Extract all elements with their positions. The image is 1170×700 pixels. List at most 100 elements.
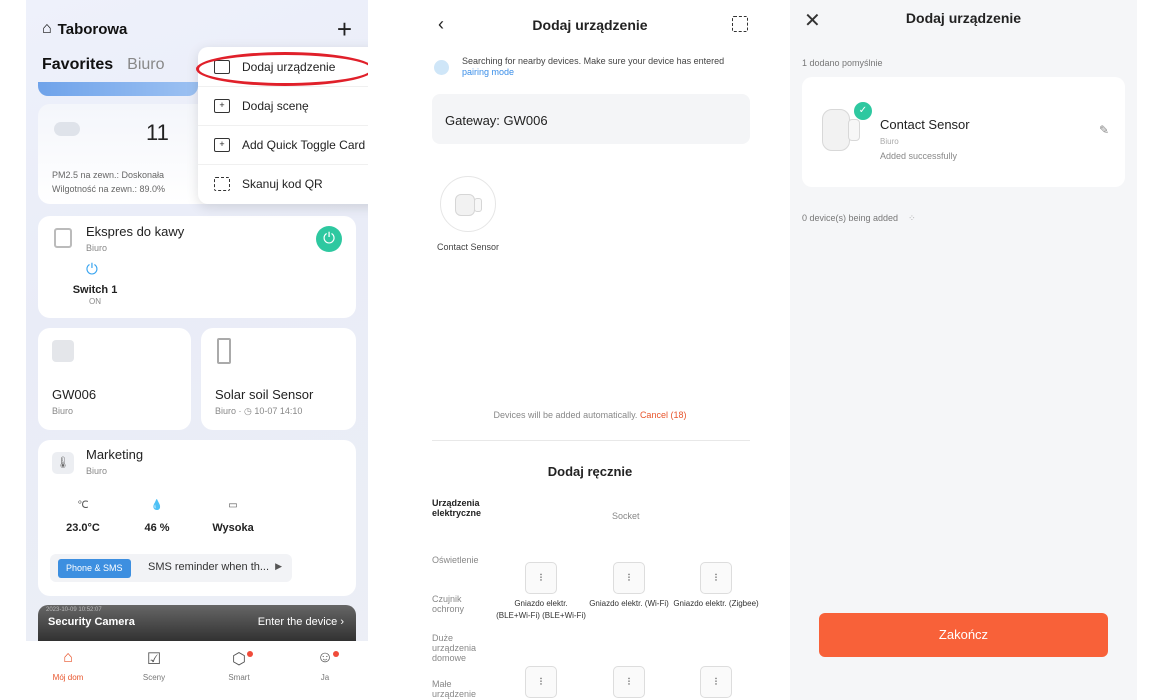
socket-icon: ⁝ [613, 562, 645, 594]
banner-strip [38, 82, 198, 96]
thermometer-icon: 🌡 [52, 452, 74, 474]
stat-battery: ▭ Wysoka [198, 500, 268, 534]
temperature: 11 [146, 120, 169, 145]
product-socket-wifi[interactable]: ⁝ Gniazdo elektr. (Wi-Fi) [584, 562, 674, 610]
device-card-marketing[interactable]: 🌡 Marketing Biuro ℃ 23.0°C 💧 46 % ▭ Wyso… [38, 440, 356, 596]
device-name: Marketing [86, 447, 144, 462]
device-name: GW006 [52, 387, 97, 402]
stat-humidity: 💧 46 % [122, 500, 192, 534]
phone-sms-tag: Phone & SMS [58, 559, 131, 578]
page-title: Dodaj urządzenie [905, 10, 1022, 26]
product-socket-zigbee[interactable]: ⁝ Gniazdo elektr. (Zigbee) [671, 562, 761, 610]
scene-icon: ☑ [146, 651, 162, 668]
divider [432, 440, 750, 441]
celsius-icon: ℃ [77, 500, 89, 511]
home-screen: ⌂ Taborowa + Favorites Biuro 11 PM2.5 na… [26, 0, 368, 700]
search-hint: Searching for nearby devices. Make sure … [462, 56, 725, 77]
category-electrical[interactable]: Urządzenia elektryczne [432, 498, 488, 518]
triangle-right-icon: ▶ [275, 561, 282, 571]
nav-me[interactable]: ☺ Ja [295, 649, 355, 682]
home-selector[interactable]: ⌂ Taborowa [42, 20, 127, 38]
switch-state: ON [89, 297, 101, 306]
category-small-appliances[interactable]: Małe urządzenie [432, 679, 482, 699]
product-socket[interactable]: ⁝ [496, 666, 586, 698]
device-name: Contact Sensor [880, 117, 970, 132]
cloud-icon [54, 122, 80, 136]
socket-icon: ⁝ [525, 666, 557, 698]
camera-name: Security Camera [48, 616, 135, 628]
finish-button[interactable]: Zakończ [819, 613, 1108, 657]
manual-add-title: Dodaj ręcznie [547, 464, 633, 479]
added-count: 1 dodano pomyślnie [802, 58, 883, 68]
sms-reminder[interactable]: Phone & SMS SMS reminder when th... ▶ [50, 554, 292, 582]
clock-icon: ◷ [244, 406, 252, 416]
product-socket[interactable]: ⁝ [671, 666, 761, 698]
pencil-icon[interactable]: ✎ [1099, 123, 1109, 137]
nav-smart[interactable]: ⬡ Smart [209, 649, 269, 682]
pm-text: PM2.5 na zewn.: Doskonała [52, 170, 165, 180]
found-device[interactable] [440, 176, 496, 232]
menu-quick-toggle[interactable]: + Add Quick Toggle Card [198, 125, 368, 164]
add-plus-button[interactable]: + [337, 16, 352, 42]
category-lighting[interactable]: Oświetlenie [432, 555, 479, 565]
device-room: Biuro · ◷ 10-07 14:10 [215, 406, 303, 416]
added-device-card[interactable]: ✓ Contact Sensor Biuro Added successfull… [802, 77, 1125, 187]
enter-device-link[interactable]: Enter the device › [258, 616, 344, 628]
menu-add-scene[interactable]: + Dodaj scenę [198, 86, 368, 125]
nav-scenes[interactable]: ☑ Sceny [124, 649, 184, 682]
contact-sensor-icon [822, 109, 850, 151]
device-room: Biuro [880, 137, 899, 146]
notification-dot [333, 651, 339, 657]
power-icon[interactable]: ⏻ [86, 261, 98, 278]
house-icon: ⌂ [42, 20, 52, 37]
found-device-label: Contact Sensor [436, 242, 500, 252]
scan-icon [214, 177, 230, 191]
menu-scan-qr[interactable]: Skanuj kod QR [198, 164, 368, 203]
camera-card[interactable]: 2023-10-09 10:52:07 Security Camera Ente… [38, 605, 356, 645]
socket-icon: ⁝ [613, 666, 645, 698]
add-device-screen: ‹ Dodaj urządzenie Searching for nearby … [410, 0, 770, 700]
device-room: Biuro [52, 406, 74, 416]
power-toggle-button[interactable]: ⏻ [316, 226, 342, 252]
plug-icon [54, 228, 72, 248]
cancel-link[interactable]: Cancel (18) [640, 410, 687, 420]
socket-icon: ⁝ [525, 562, 557, 594]
category-security[interactable]: Czujnik ochrony [432, 594, 482, 614]
highlight-circle [196, 52, 368, 86]
gateway-box[interactable]: Gateway: GW006 [432, 94, 750, 144]
sensor-icon [217, 338, 231, 364]
product-socket[interactable]: ⁝ [584, 666, 674, 698]
nav-home[interactable]: ⌂ Mój dom [38, 649, 98, 682]
user-icon: ☺ [316, 649, 334, 666]
device-added-screen: ✕ Dodaj urządzenie 1 dodano pomyślnie ✓ … [790, 0, 1137, 700]
device-status: Added successfully [880, 151, 958, 161]
auto-add-text: Devices will be added automatically. Can… [493, 410, 687, 420]
room-tabs: Favorites Biuro [42, 56, 165, 74]
cube-icon: ⬡ [232, 651, 246, 668]
humidity-text: Wilgotność na zewn.: 89.0% [52, 184, 166, 194]
battery-icon: ▭ [228, 500, 238, 511]
home-name: Taborowa [57, 20, 128, 38]
tab-favorites[interactable]: Favorites [42, 56, 113, 74]
camera-timestamp: 2023-10-09 10:52:07 [46, 607, 102, 613]
contact-sensor-icon [455, 194, 475, 216]
device-card-gw006[interactable]: GW006 Biuro [38, 328, 191, 430]
drop-icon: 💧 [150, 500, 164, 511]
add-card-icon: + [214, 138, 230, 152]
tab-biuro[interactable]: Biuro [127, 56, 164, 74]
add-scene-icon: + [214, 99, 230, 113]
notification-dot [247, 651, 253, 657]
being-added-text: 0 device(s) being added ⁘ [802, 213, 916, 223]
gateway-icon [52, 340, 74, 362]
socket-icon: ⁝ [700, 562, 732, 594]
socket-icon: ⁝ [700, 666, 732, 698]
device-name: Ekspres do kawy [86, 224, 185, 239]
pairing-mode-link[interactable]: pairing mode [462, 67, 514, 77]
category-large-appliances[interactable]: Duże urządzenia domowe [432, 633, 482, 663]
loading-icon: ⁘ [908, 213, 916, 223]
scan-icon[interactable] [732, 16, 748, 32]
device-card-express[interactable]: Ekspres do kawy Biuro ⏻ ⏻ Switch 1 ON [38, 216, 356, 318]
page-title: Dodaj urządzenie [532, 17, 648, 33]
product-socket-ble[interactable]: ⁝ Gniazdo elektr. (BLE+Wi-Fi) (BLE+Wi-Fi) [496, 562, 586, 622]
device-card-solar[interactable]: Solar soil Sensor Biuro · ◷ 10-07 14:10 [201, 328, 356, 430]
